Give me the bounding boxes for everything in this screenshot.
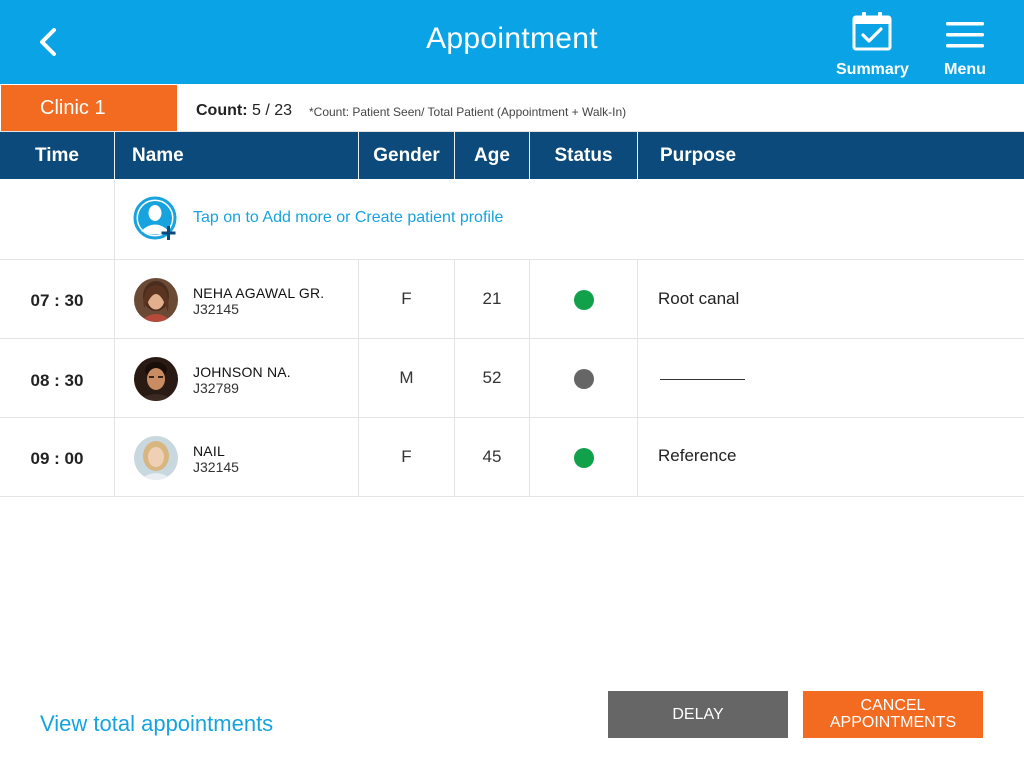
patient-id: J32789	[193, 380, 239, 396]
table-row[interactable]: 09 : 00 NAIL J32145 F 45 Reference	[0, 418, 1024, 497]
table-header: Time Name Gender Age Status Purpose	[0, 132, 1024, 179]
column-header-name: Name	[115, 132, 359, 179]
cancel-label-line1: CANCEL	[860, 697, 926, 714]
status-dot	[574, 290, 594, 310]
avatar	[134, 436, 178, 480]
patient-gender: F	[401, 289, 412, 308]
view-total-appointments-link[interactable]: View total appointments	[40, 711, 273, 737]
patient-id: J32145	[193, 459, 239, 475]
patient-name: NEHA AGAWAL GR.	[193, 285, 325, 301]
patient-name: JOHNSON NA.	[193, 364, 291, 380]
count-label: Count:	[196, 102, 248, 119]
avatar	[134, 357, 178, 401]
count-value: 5 / 23	[251, 102, 293, 119]
patient-age: 45	[482, 447, 502, 466]
cancel-label-line2: APPOINTMENTS	[829, 714, 957, 731]
appointment-time: 08 : 30	[30, 371, 84, 390]
column-header-time: Time	[0, 132, 115, 179]
table-row[interactable]: 08 : 30 JOHNSON NA. J32789 M 52	[0, 339, 1024, 418]
patient-age: 21	[482, 289, 502, 308]
appointment-time: 09 : 00	[30, 449, 84, 468]
column-header-status: Status	[530, 132, 638, 179]
table-row[interactable]: 07 : 30 NEHA AGAWAL GR. J32145 F 21 Root…	[0, 260, 1024, 339]
count-note: *Count: Patient Seen/ Total Patient (App…	[309, 105, 627, 119]
clinic-bar: Clinic 1 Count: 5 / 23 *Count: Patient S…	[0, 84, 1024, 132]
patient-gender: F	[401, 447, 412, 466]
patient-id: J32145	[193, 301, 239, 317]
summary-button[interactable]: Summary	[836, 10, 909, 79]
clinic-tab[interactable]: Clinic 1	[1, 85, 177, 131]
empty-cell	[0, 179, 115, 259]
appointment-purpose: Root canal	[658, 289, 740, 308]
calendar-check-icon	[852, 12, 892, 51]
summary-label: Summary	[836, 61, 909, 78]
menu-label: Menu	[944, 61, 986, 78]
status-dot	[574, 369, 594, 389]
cancel-appointments-button[interactable]: CANCEL APPOINTMENTS	[803, 691, 983, 738]
avatar	[134, 278, 178, 322]
add-patient-icon[interactable]	[133, 196, 181, 244]
empty-purpose-dash	[660, 379, 745, 380]
hamburger-menu-icon	[946, 22, 984, 48]
column-header-age: Age	[455, 132, 530, 179]
patient-name: NAIL	[193, 443, 225, 459]
column-header-gender: Gender	[359, 132, 455, 179]
status-dot	[574, 448, 594, 468]
appointment-purpose: Reference	[658, 446, 737, 465]
appointment-time: 07 : 30	[30, 291, 84, 310]
menu-button[interactable]: Menu	[936, 10, 994, 79]
patient-count: Count: 5 / 23	[196, 102, 292, 120]
add-patient-prompt[interactable]: Tap on to Add more or Create patient pro…	[193, 209, 503, 227]
patient-gender: M	[399, 368, 414, 387]
delay-button[interactable]: DELAY	[608, 691, 788, 738]
app-header: Appointment Summary Menu	[0, 0, 1024, 84]
patient-age: 52	[482, 368, 502, 387]
column-header-purpose: Purpose	[660, 145, 737, 166]
add-patient-row[interactable]: Tap on to Add more or Create patient pro…	[0, 179, 1024, 260]
